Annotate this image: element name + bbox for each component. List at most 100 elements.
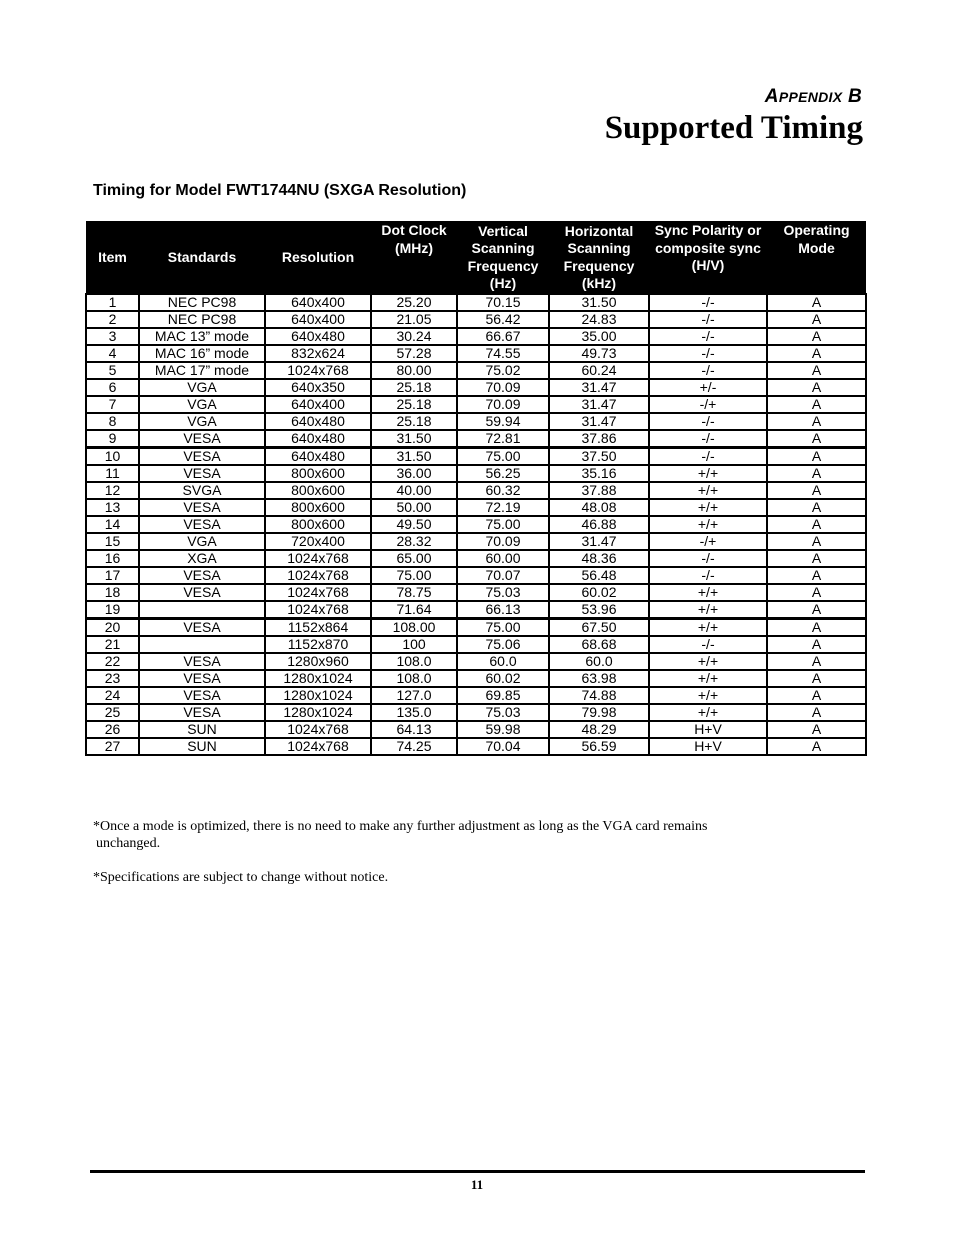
cell-vertical-frequency: 70.09	[456, 395, 550, 414]
cell-standards: SVGA	[138, 481, 266, 500]
cell-vertical-frequency: 70.07	[456, 566, 550, 585]
cell-sync-polarity: -/-	[648, 327, 768, 346]
cell-sync-polarity: +/+	[648, 686, 768, 705]
cell-item: 21	[85, 635, 140, 654]
cell-standards	[138, 635, 266, 654]
cell-item: 3	[85, 327, 140, 346]
cell-vertical-frequency: 75.03	[456, 583, 550, 602]
cell-dot-clock: 25.18	[370, 378, 458, 397]
cell-vertical-frequency: 60.32	[456, 481, 550, 500]
cell-resolution: 800x600	[264, 464, 372, 483]
table-row: 11 VESA 800x600 36.00 56.25 35.16 +/+ A	[85, 464, 867, 483]
cell-operating-mode: A	[766, 498, 867, 517]
cell-vertical-frequency: 75.00	[456, 515, 550, 534]
cell-operating-mode: A	[766, 652, 867, 671]
cell-dot-clock: 25.18	[370, 412, 458, 431]
cell-sync-polarity: +/+	[648, 600, 768, 620]
cell-horizontal-frequency: 63.98	[548, 669, 650, 688]
cell-dot-clock: 57.28	[370, 344, 458, 363]
cell-standards: SUN	[138, 737, 266, 756]
cell-operating-mode: A	[766, 446, 867, 466]
cell-vertical-frequency: 56.25	[456, 464, 550, 483]
note-optimized-mode-line2: unchanged.	[96, 836, 161, 851]
cell-resolution: 1024x768	[264, 720, 372, 739]
cell-dot-clock: 74.25	[370, 737, 458, 756]
table-row: 25 VESA 1280x1024 135.0 75.03 79.98 +/+ A	[85, 703, 867, 722]
column-header-operating-mode: Operating Mode	[767, 221, 866, 294]
cell-dot-clock: 21.05	[370, 310, 458, 329]
cell-sync-polarity: +/-	[648, 378, 768, 397]
cell-resolution: 720x400	[264, 532, 372, 551]
cell-sync-polarity: +/+	[648, 464, 768, 483]
table-row: 2 NEC PC98 640x400 21.05 56.42 24.83 -/- A	[85, 310, 867, 329]
cell-horizontal-frequency: 31.47	[548, 395, 650, 414]
cell-sync-polarity: +/+	[648, 703, 768, 722]
cell-vertical-frequency: 59.94	[456, 412, 550, 431]
cell-horizontal-frequency: 48.08	[548, 498, 650, 517]
cell-resolution: 1280x1024	[264, 703, 372, 722]
cell-item: 2	[85, 310, 140, 329]
cell-horizontal-frequency: 37.86	[548, 429, 650, 449]
cell-vertical-frequency: 70.15	[456, 293, 550, 312]
timing-table: Item Standards Resolution Dot Clock (MHz…	[85, 221, 867, 756]
table-row: 10 VESA 640x480 31.50 75.00 37.50 -/- A	[85, 446, 867, 466]
table-row: 17 VESA 1024x768 75.00 70.07 56.48 -/- A	[85, 566, 867, 585]
cell-item: 4	[85, 344, 140, 363]
cell-sync-polarity: -/-	[648, 429, 768, 449]
cell-vertical-frequency: 70.04	[456, 737, 550, 756]
cell-vertical-frequency: 72.19	[456, 498, 550, 517]
cell-resolution: 1024x768	[264, 600, 372, 620]
table-row: 3 MAC 13” mode 640x480 30.24 66.67 35.00 -/- A	[85, 327, 867, 346]
cell-operating-mode: A	[766, 686, 867, 705]
cell-resolution: 640x480	[264, 327, 372, 346]
cell-resolution: 1024x768	[264, 361, 372, 380]
cell-operating-mode: A	[766, 669, 867, 688]
cell-standards: VESA	[138, 429, 266, 449]
table-row: 4 MAC 16” mode 832x624 57.28 74.55 49.73 -/- A	[85, 344, 867, 363]
timing-table-body: 1 NEC PC98 640x400 25.20 70.15 31.50 -/- A 2 NEC …	[85, 293, 867, 756]
cell-sync-polarity: +/+	[648, 498, 768, 517]
cell-resolution: 1152x864	[264, 617, 372, 637]
cell-standards: VGA	[138, 378, 266, 397]
cell-operating-mode: A	[766, 429, 867, 449]
cell-horizontal-frequency: 31.47	[548, 378, 650, 397]
table-row: 8 VGA 640x480 25.18 59.94 31.47 -/- A	[85, 412, 867, 431]
cell-item: 8	[85, 412, 140, 431]
table-row: 26 SUN 1024x768 64.13 59.98 48.29 H+V A	[85, 720, 867, 739]
table-row: 9 VESA 640x480 31.50 72.81 37.86 -/- A	[85, 429, 867, 449]
table-row: 22 VESA 1280x960 108.0 60.0 60.0 +/+ A	[85, 652, 867, 671]
cell-sync-polarity: -/-	[648, 549, 768, 568]
cell-horizontal-frequency: 56.59	[548, 737, 650, 756]
cell-resolution: 1024x768	[264, 549, 372, 568]
cell-dot-clock: 50.00	[370, 498, 458, 517]
cell-dot-clock: 65.00	[370, 549, 458, 568]
cell-operating-mode: A	[766, 737, 867, 756]
cell-item: 16	[85, 549, 140, 568]
column-header-vertical-frequency: Vertical Scanning Frequency (Hz)	[457, 221, 549, 294]
cell-resolution: 1152x870	[264, 635, 372, 654]
cell-sync-polarity: -/-	[648, 635, 768, 654]
cell-item: 18	[85, 583, 140, 602]
cell-dot-clock: 49.50	[370, 515, 458, 534]
cell-operating-mode: A	[766, 635, 867, 654]
cell-item: 6	[85, 378, 140, 397]
column-header-dot-clock: Dot Clock (MHz)	[371, 221, 457, 294]
cell-operating-mode: A	[766, 378, 867, 397]
cell-sync-polarity: -/-	[648, 446, 768, 466]
cell-horizontal-frequency: 31.47	[548, 532, 650, 551]
column-header-horizontal-frequency: Horizontal Scanning Frequency (kHz)	[549, 221, 649, 294]
cell-operating-mode: A	[766, 720, 867, 739]
cell-horizontal-frequency: 46.88	[548, 515, 650, 534]
cell-standards: MAC 13” mode	[138, 327, 266, 346]
table-row: 7 VGA 640x400 25.18 70.09 31.47 -/+ A	[85, 395, 867, 414]
cell-operating-mode: A	[766, 549, 867, 568]
cell-sync-polarity: +/+	[648, 669, 768, 688]
cell-standards: VESA	[138, 464, 266, 483]
cell-dot-clock: 31.50	[370, 446, 458, 466]
cell-standards: VESA	[138, 617, 266, 637]
cell-standards: NEC PC98	[138, 310, 266, 329]
column-header-resolution: Resolution	[265, 221, 371, 294]
note-specifications: *Specifications are subject to change wi…	[93, 870, 389, 885]
cell-item: 9	[85, 429, 140, 449]
cell-dot-clock: 108.0	[370, 669, 458, 688]
